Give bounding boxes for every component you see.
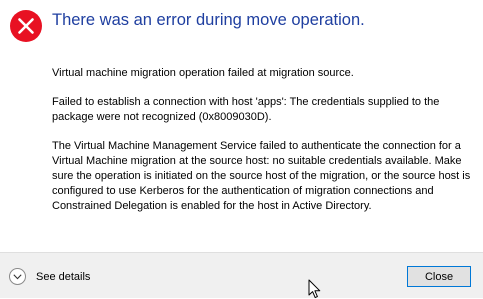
dialog-footer: See details Close: [0, 252, 483, 298]
close-button[interactable]: Close: [407, 266, 471, 287]
error-details-text: Virtual machine migration operation fail…: [52, 66, 477, 228]
error-message-summary: Virtual machine migration operation fail…: [52, 67, 354, 79]
see-details-toggle[interactable]: See details: [9, 268, 90, 285]
error-dialog: There was an error during move operation…: [0, 0, 483, 299]
mouse-pointer-icon: [308, 279, 321, 299]
error-icon: [10, 10, 42, 42]
dialog-content: There was an error during move operation…: [0, 0, 483, 252]
main-instruction: There was an error during move operation…: [52, 11, 365, 29]
chevron-down-icon[interactable]: [9, 268, 26, 285]
see-details-label[interactable]: See details: [36, 271, 90, 283]
error-message-connection: Failed to establish a connection with ho…: [52, 96, 440, 123]
error-message-description: The Virtual Machine Management Service f…: [52, 140, 471, 212]
